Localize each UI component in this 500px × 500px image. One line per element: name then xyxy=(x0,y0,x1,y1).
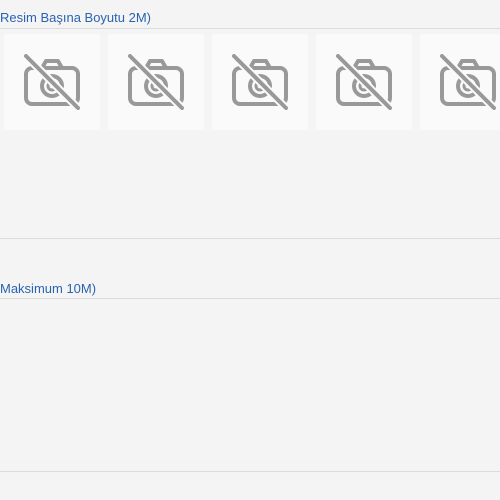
files-section-title: Maksimum 10M) xyxy=(0,281,97,296)
image-slot-5[interactable] xyxy=(420,34,500,130)
no-photo-icon xyxy=(127,54,185,110)
no-photo-icon xyxy=(231,54,289,110)
files-section-divider xyxy=(0,298,500,299)
files-section-bottom-divider xyxy=(0,471,500,472)
image-slot-4[interactable] xyxy=(316,34,412,130)
no-photo-icon xyxy=(23,54,81,110)
image-slot-1[interactable] xyxy=(4,34,100,130)
images-section-title: Resim Başına Boyutu 2M) xyxy=(0,10,152,25)
images-section-bottom-divider xyxy=(0,238,500,239)
image-upload-slots xyxy=(4,34,500,130)
no-photo-icon xyxy=(335,54,393,110)
upload-page: Resim Başına Boyutu 2M) Maksimum 10M) xyxy=(0,0,500,500)
images-section-divider xyxy=(0,28,500,29)
image-slot-2[interactable] xyxy=(108,34,204,130)
no-photo-icon xyxy=(439,54,497,110)
image-slot-3[interactable] xyxy=(212,34,308,130)
